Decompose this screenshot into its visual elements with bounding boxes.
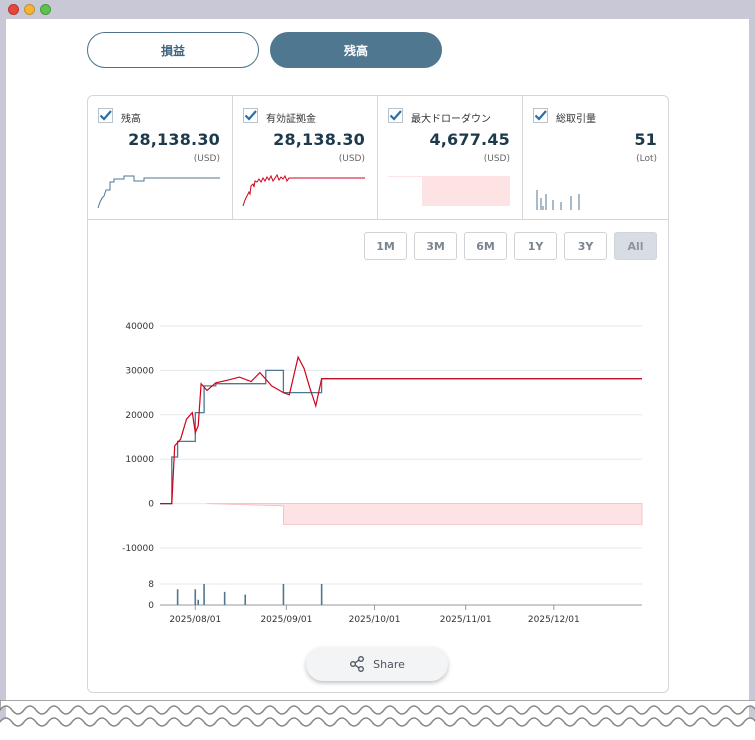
maximize-window-icon[interactable] (40, 4, 51, 15)
card-unit: (USD) (338, 154, 365, 164)
balance-chart: 40000 30000 20000 10000 0 -10000 8 0 2025/08/01 2… (122, 322, 643, 625)
torn-edge-decoration (0, 700, 755, 740)
share-label: Share (373, 657, 405, 671)
share-icon (350, 656, 365, 672)
card-max-drawdown: 最大ドローダウン 4,677.45 (USD) (378, 96, 523, 220)
volume-tick-label: 0 (148, 601, 154, 611)
torn-edge-fill (0, 718, 755, 740)
tab-profit-loss[interactable]: 損益 (87, 32, 259, 68)
y-tick-label: 30000 (125, 366, 154, 376)
x-tick-label: 2025/09/01 (260, 615, 312, 625)
checkbox-checked-icon[interactable] (388, 108, 403, 123)
y-tick-label: 40000 (125, 322, 154, 332)
card-label: 最大ドローダウン (411, 114, 491, 125)
equity-line (160, 355, 642, 505)
x-tick-label: 2025/08/01 (169, 615, 221, 625)
card-label: 残高 (121, 114, 141, 125)
x-tick-label: 2025/11/01 (440, 615, 492, 625)
card-value: 4,677.45 (429, 130, 510, 149)
card-label: 有効証拠金 (266, 114, 316, 125)
drawdown-area (207, 503, 643, 525)
y-tick-label: 10000 (125, 455, 154, 465)
balance-line (160, 369, 642, 505)
card-unit: (USD) (483, 154, 510, 164)
card-label: 総取引量 (556, 114, 596, 125)
drawdown-sparkline (388, 176, 510, 206)
x-tick-label: 2025/10/01 (349, 615, 401, 625)
balance-sparkline (97, 175, 220, 209)
card-total-volume: 総取引量 51 (Lot) (523, 96, 669, 220)
chart-panel: 残高 28,138.30 (USD) 有効証拠金 28,138.30 (USD) (87, 95, 669, 693)
y-tick-label: 0 (148, 500, 154, 510)
volume-tick-label: 8 (148, 580, 154, 590)
range-button-1m[interactable]: 1M (364, 232, 407, 260)
volume-sparkline (536, 190, 580, 210)
card-unit: (Lot) (636, 154, 657, 164)
x-tick-label: 2025/12/01 (528, 615, 580, 625)
range-button-6m[interactable]: 6M (464, 232, 507, 260)
torn-edge-line (0, 717, 755, 727)
page-content: 損益 残高 残高 28,138.30 (USD) 有効証拠金 28,138.30… (6, 19, 749, 740)
checkbox-checked-icon[interactable] (98, 108, 113, 123)
checkbox-checked-icon[interactable] (243, 108, 258, 123)
card-value: 51 (634, 130, 657, 149)
y-tick-label: -10000 (122, 544, 154, 554)
tab-balance[interactable]: 残高 (270, 32, 442, 68)
range-button-1y[interactable]: 1Y (514, 232, 557, 260)
card-value: 28,138.30 (273, 130, 365, 149)
minimize-window-icon[interactable] (24, 4, 35, 15)
close-window-icon[interactable] (8, 4, 19, 15)
title-bar (0, 0, 755, 19)
checkbox-checked-icon[interactable] (533, 108, 548, 123)
share-button[interactable]: Share (306, 647, 448, 681)
y-tick-label: 20000 (125, 411, 154, 421)
equity-sparkline (242, 173, 365, 207)
range-button-all[interactable]: All (614, 232, 657, 260)
card-unit: (USD) (193, 154, 220, 164)
range-button-3m[interactable]: 3M (414, 232, 457, 260)
card-balance: 残高 28,138.30 (USD) (88, 96, 233, 220)
card-equity: 有効証拠金 28,138.30 (USD) (233, 96, 378, 220)
card-value: 28,138.30 (128, 130, 220, 149)
app-window: 損益 残高 残高 28,138.30 (USD) 有効証拠金 28,138.30… (0, 0, 755, 740)
range-button-3y[interactable]: 3Y (564, 232, 607, 260)
